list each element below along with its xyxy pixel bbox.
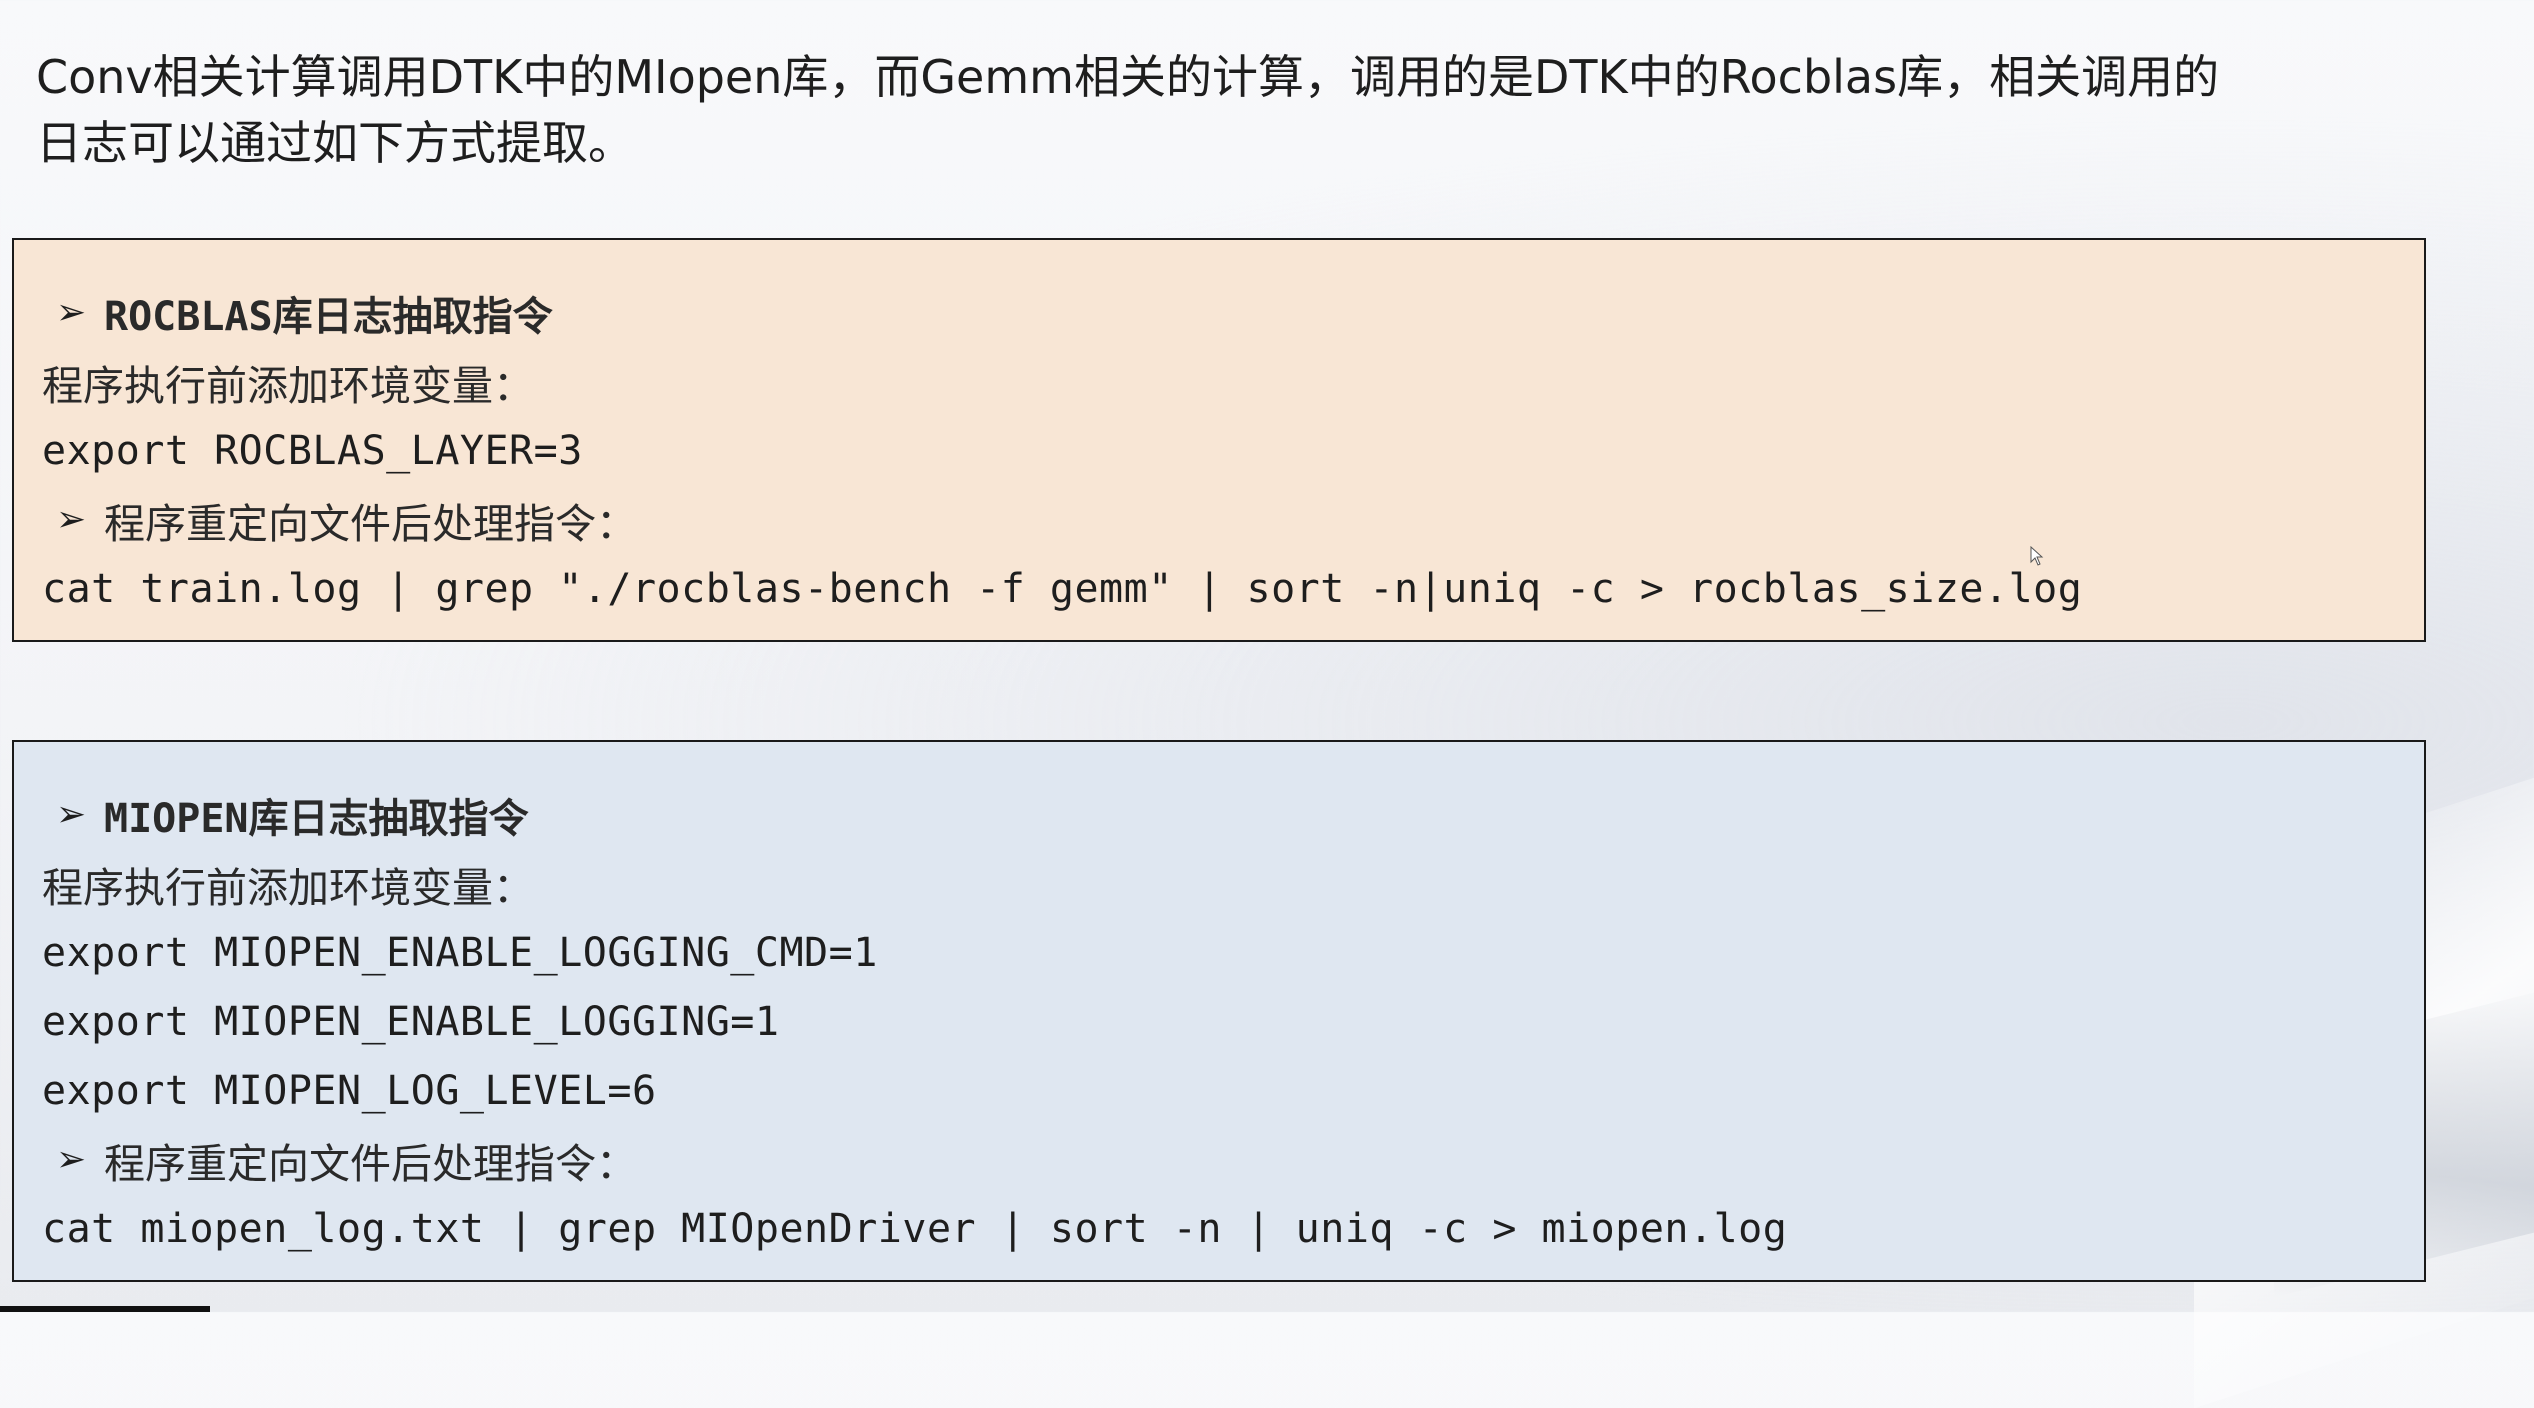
rocblas-post-label: 程序重定向文件后处理指令： [104,499,637,548]
rocblas-post-label-row: ➢ 程序重定向文件后处理指令： [42,485,2424,554]
miopen-env-cmd: export MIOPEN_LOG_LEVEL=6 [42,1067,657,1114]
miopen-env-cmd: export MIOPEN_ENABLE_LOGGING_CMD=1 [42,929,878,976]
miopen-post-label-row: ➢ 程序重定向文件后处理指令： [42,1125,2424,1194]
rocblas-heading: ROCBLAS库日志抽取指令 [104,293,553,340]
intro-paragraph: Conv相关计算调用DTK中的MIopen库，而Gemm相关的计算，调用的是DT… [36,44,2416,176]
arrow-bullet-icon: ➢ [56,794,87,835]
miopen-post-cmd: cat miopen_log.txt | grep MIOpenDriver |… [42,1205,1788,1252]
rocblas-env-cmd-row: export ROCBLAS_LAYER=3 [42,416,2424,485]
miopen-env-label: 程序执行前添加环境变量： [42,863,534,912]
rocblas-post-cmd-row: cat train.log | grep "./rocblas-bench -f… [42,554,2424,623]
miopen-post-label: 程序重定向文件后处理指令： [104,1139,637,1188]
rocblas-env-cmd: export ROCBLAS_LAYER=3 [42,427,583,474]
arrow-bullet-icon: ➢ [56,1139,87,1180]
miopen-env-cmd-row-3: export MIOPEN_LOG_LEVEL=6 [42,1056,2424,1125]
miopen-instructions-box: ➢ MIOPEN库日志抽取指令 程序执行前添加环境变量： export MIOP… [12,740,2426,1282]
miopen-env-cmd-row-2: export MIOPEN_ENABLE_LOGGING=1 [42,987,2424,1056]
miopen-env-cmd-row-1: export MIOPEN_ENABLE_LOGGING_CMD=1 [42,918,2424,987]
arrow-bullet-icon: ➢ [56,292,87,333]
bottom-edge-bar [0,1306,210,1312]
miopen-heading-row: ➢ MIOPEN库日志抽取指令 [42,780,2424,849]
miopen-env-label-row: 程序执行前添加环境变量： [42,849,2424,918]
miopen-post-cmd-row: cat miopen_log.txt | grep MIOpenDriver |… [42,1194,2424,1263]
intro-line-2: 日志可以通过如下方式提取。 [36,116,634,170]
mouse-cursor-icon [2030,546,2044,566]
rocblas-post-cmd: cat train.log | grep "./rocblas-bench -f… [42,565,2083,612]
rocblas-env-label-row: 程序执行前添加环境变量： [42,347,2424,416]
rocblas-heading-row: ➢ ROCBLAS库日志抽取指令 [42,278,2424,347]
rocblas-instructions-box: ➢ ROCBLAS库日志抽取指令 程序执行前添加环境变量： export ROC… [12,238,2426,642]
rocblas-env-label: 程序执行前添加环境变量： [42,361,534,410]
intro-line-1: Conv相关计算调用DTK中的MIopen库，而Gemm相关的计算，调用的是DT… [36,50,2220,104]
miopen-env-cmd: export MIOPEN_ENABLE_LOGGING=1 [42,998,780,1045]
miopen-heading: MIOPEN库日志抽取指令 [104,795,529,842]
arrow-bullet-icon: ➢ [56,499,87,540]
